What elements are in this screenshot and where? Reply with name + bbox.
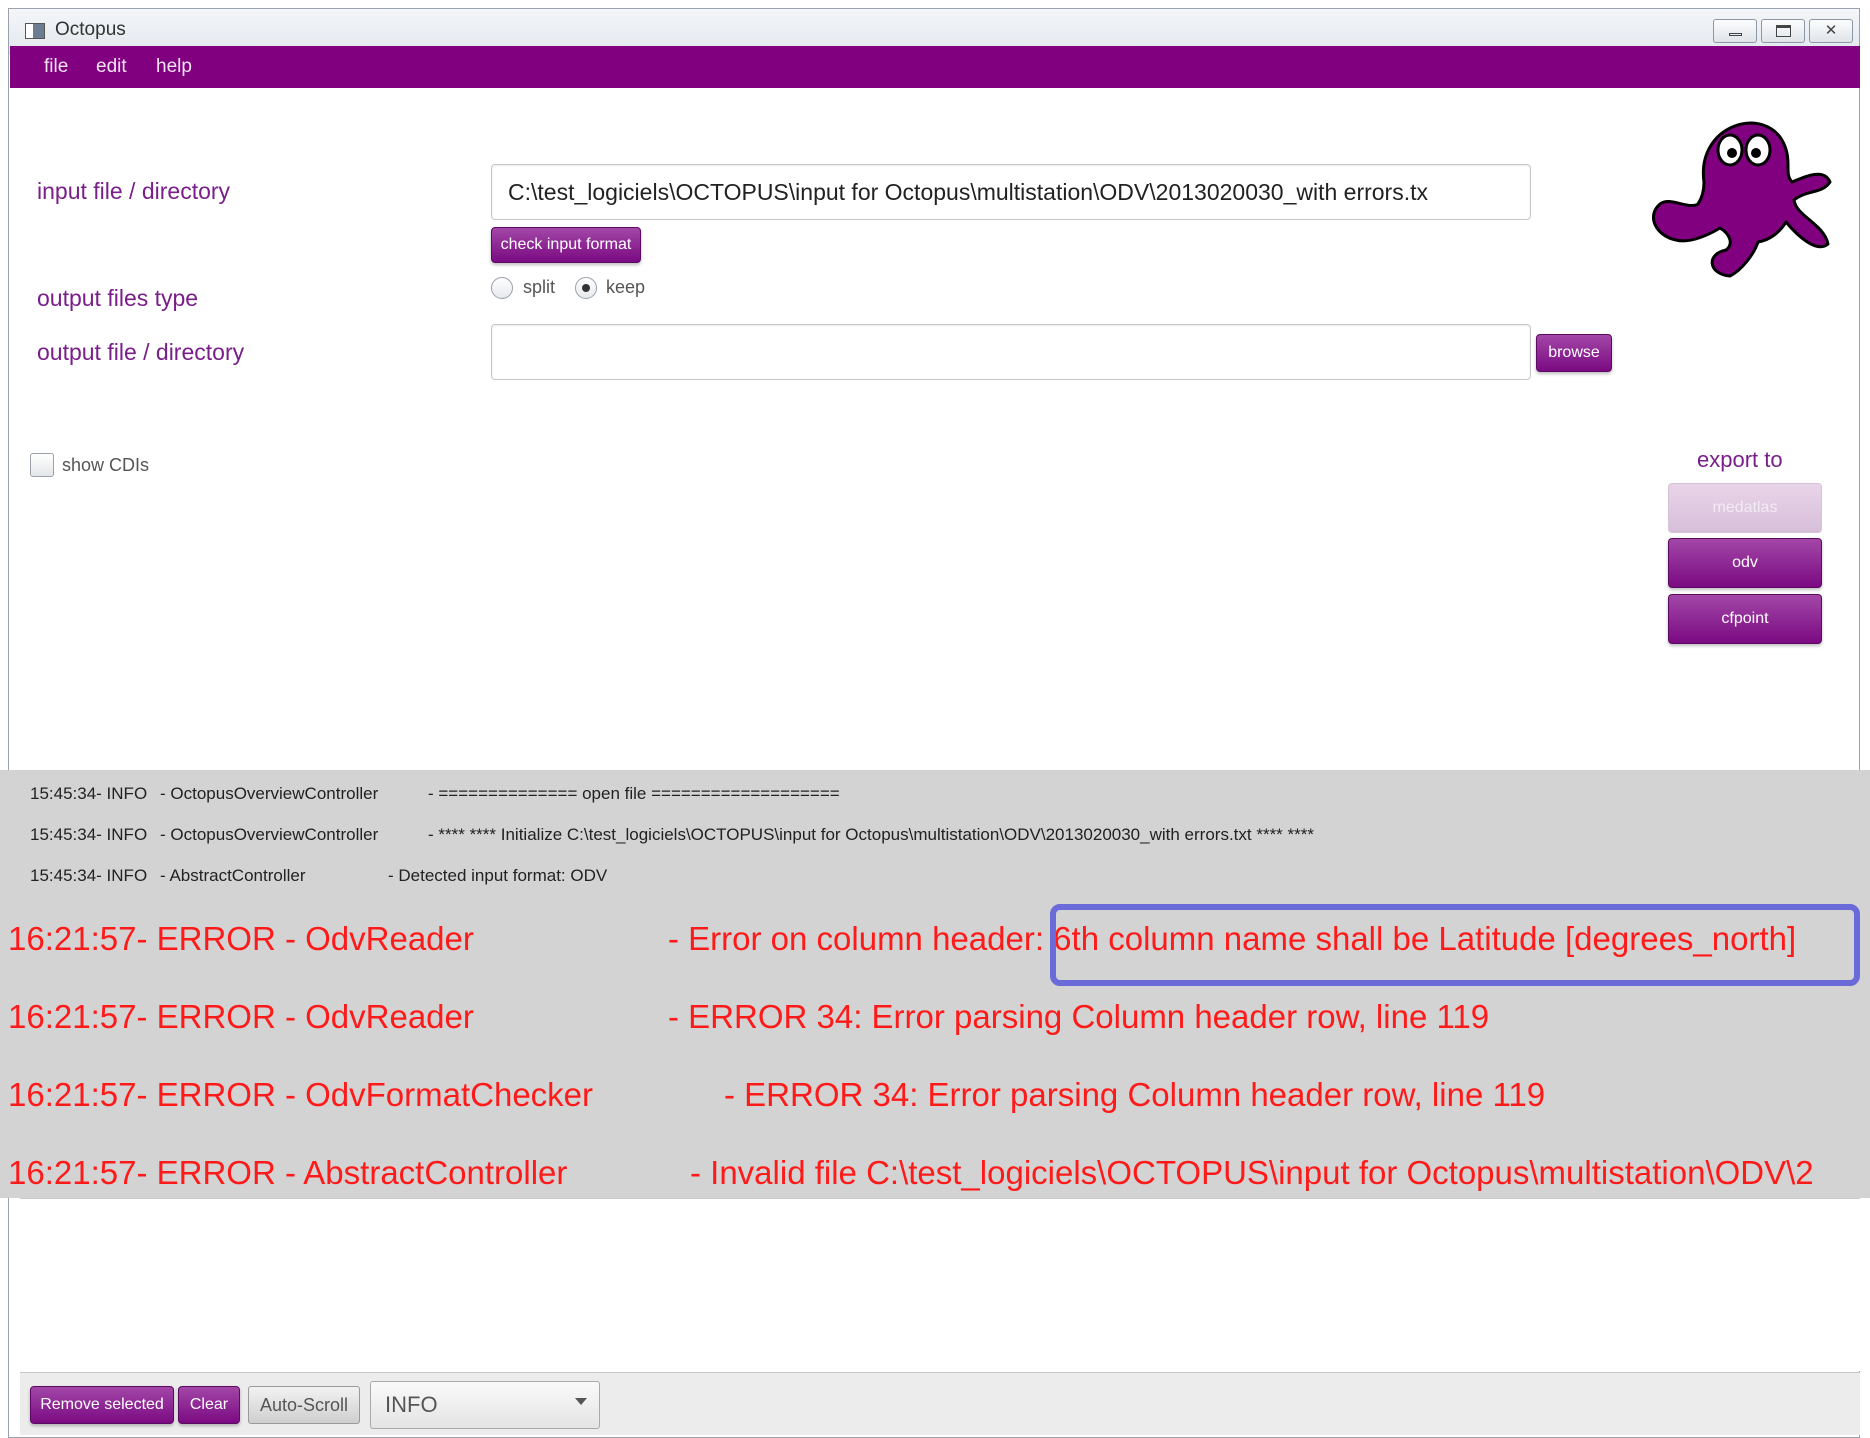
log-level-select[interactable]: INFO bbox=[370, 1381, 600, 1429]
clear-button[interactable]: Clear bbox=[178, 1386, 240, 1424]
log-error-row[interactable]: 16:21:57- ERROR - OdvReader - Error on c… bbox=[8, 920, 1796, 958]
log-time: 15:45:34- INFO bbox=[30, 825, 148, 844]
export-odv-button[interactable]: odv bbox=[1668, 538, 1822, 588]
auto-scroll-button[interactable]: Auto-Scroll bbox=[248, 1386, 360, 1424]
minimize-icon[interactable] bbox=[1713, 19, 1757, 43]
output-files-type-label: output files type bbox=[37, 285, 199, 311]
show-cdis-label: show CDIs bbox=[62, 455, 150, 475]
log-error-message: - ERROR 34: Error parsing Column header … bbox=[668, 998, 1490, 1035]
remove-selected-button[interactable]: Remove selected bbox=[30, 1386, 174, 1424]
log-error-row[interactable]: 16:21:57- ERROR - OdvReader - ERROR 34: … bbox=[8, 998, 1489, 1036]
log-error-prefix: 16:21:57- ERROR - OdvFormatChecker bbox=[8, 1076, 594, 1113]
log-error-row[interactable]: 16:21:57- ERROR - OdvFormatChecker - ERR… bbox=[8, 1076, 1545, 1114]
menu-file[interactable]: file bbox=[44, 56, 68, 78]
export-cfpoint-button[interactable]: cfpoint bbox=[1668, 594, 1822, 644]
export-medatlas-button[interactable]: medatlas bbox=[1668, 483, 1822, 533]
log-error-message: - Invalid file C:\test_logiciels\OCTOPUS… bbox=[690, 1154, 1814, 1191]
app-window-icon bbox=[25, 23, 45, 39]
output-file-field[interactable] bbox=[492, 325, 1530, 379]
show-cdis-checkbox[interactable] bbox=[30, 453, 54, 477]
log-error-message: - ERROR 34: Error parsing Column header … bbox=[724, 1076, 1546, 1113]
input-file-label: input file / directory bbox=[37, 178, 231, 204]
input-file-field[interactable] bbox=[492, 165, 1530, 219]
log-info-row[interactable]: 15:45:34- INFO - OctopusOverviewControll… bbox=[30, 825, 1314, 845]
input-file-field-box bbox=[491, 164, 1531, 220]
split-radio[interactable] bbox=[491, 277, 513, 299]
browse-button[interactable]: browse bbox=[1536, 334, 1612, 372]
window-title: Octopus bbox=[55, 19, 126, 40]
log-message: - **** **** Initialize C:\test_logiciels… bbox=[428, 825, 1314, 844]
chevron-down-icon bbox=[575, 1398, 587, 1405]
output-file-field-box bbox=[491, 324, 1531, 380]
log-message: - ============== open file =============… bbox=[428, 784, 840, 803]
menu-help[interactable]: help bbox=[156, 56, 192, 78]
log-info-row[interactable]: 15:45:34- INFO - OctopusOverviewControll… bbox=[30, 784, 840, 804]
log-error-row[interactable]: 16:21:57- ERROR - AbstractController - I… bbox=[8, 1154, 1814, 1192]
log-level-value: INFO bbox=[385, 1392, 438, 1417]
menu-edit[interactable]: edit bbox=[96, 56, 127, 78]
keep-radio-label: keep bbox=[606, 277, 646, 297]
log-error-prefix: 16:21:57- ERROR - OdvReader bbox=[8, 998, 474, 1035]
highlight-box bbox=[1050, 904, 1860, 986]
log-time: 15:45:34- INFO bbox=[30, 866, 148, 885]
maximize-icon[interactable] bbox=[1761, 19, 1805, 43]
log-message: - Detected input format: ODV bbox=[388, 866, 608, 885]
export-to-label: export to bbox=[1697, 447, 1783, 472]
keep-radio[interactable] bbox=[575, 277, 597, 299]
log-error-prefix: 16:21:57- ERROR - OdvReader bbox=[8, 920, 474, 957]
log-panel: 15:45:34- INFO - OctopusOverviewControll… bbox=[0, 770, 1870, 1198]
close-icon[interactable] bbox=[1809, 19, 1853, 43]
log-info-row[interactable]: 15:45:34- INFO - AbstractController - De… bbox=[30, 866, 607, 886]
split-radio-label: split bbox=[523, 277, 556, 297]
log-empty-area bbox=[20, 1198, 1860, 1371]
octopus-logo-icon bbox=[1652, 121, 1832, 278]
check-input-format-button[interactable]: check input format bbox=[491, 227, 641, 263]
log-source: - OctopusOverviewController bbox=[160, 784, 379, 803]
menu-bar: file edit help bbox=[10, 46, 1860, 88]
log-error-prefix: 16:21:57- ERROR - AbstractController bbox=[8, 1154, 568, 1191]
log-source: - OctopusOverviewController bbox=[160, 825, 379, 844]
log-source: - AbstractController bbox=[160, 866, 306, 885]
log-toolbar: Remove selected Clear Auto-Scroll INFO bbox=[20, 1372, 1860, 1435]
log-time: 15:45:34- INFO bbox=[30, 784, 148, 803]
output-file-label: output file / directory bbox=[37, 339, 245, 365]
